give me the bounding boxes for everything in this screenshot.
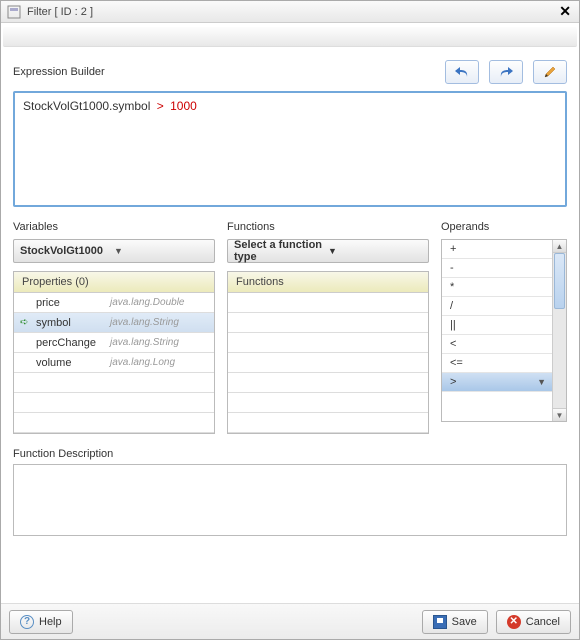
operand-row[interactable]: * bbox=[442, 278, 552, 297]
operand-row[interactable]: <= bbox=[442, 354, 552, 373]
expression-operator: > bbox=[157, 99, 164, 113]
functions-column: Functions Select a function type ▼ Funct… bbox=[227, 221, 429, 434]
expression-builder-label: Expression Builder bbox=[13, 66, 435, 78]
function-row-empty bbox=[228, 293, 428, 313]
operands-column: Operands +-*/||<<=> ▲ ▼ bbox=[441, 221, 567, 434]
cancel-button-label: Cancel bbox=[526, 616, 560, 628]
save-icon bbox=[433, 615, 447, 629]
footer: ? Help Save ✕ Cancel bbox=[1, 603, 579, 639]
functions-dropdown[interactable]: Select a function type ▼ bbox=[227, 239, 429, 263]
toolbar-strip bbox=[3, 27, 577, 47]
functions-grid: Functions bbox=[227, 271, 429, 434]
variables-dropdown-value: StockVolGt1000 bbox=[20, 245, 114, 257]
cancel-icon: ✕ bbox=[507, 615, 521, 629]
operands-scrollbar[interactable]: ▲ ▼ bbox=[552, 240, 566, 421]
property-row-empty bbox=[14, 393, 214, 413]
operands-list: +-*/||<<=> ▲ ▼ bbox=[441, 239, 567, 422]
save-button[interactable]: Save bbox=[422, 610, 488, 634]
variables-column: Variables StockVolGt1000 ▼ Properties (0… bbox=[13, 221, 215, 434]
property-type: java.lang.Long bbox=[110, 357, 175, 368]
edit-button[interactable] bbox=[533, 60, 567, 84]
help-button-label: Help bbox=[39, 616, 62, 628]
property-name: volume bbox=[36, 357, 110, 369]
expression-input[interactable]: StockVolGt1000.symbol > 1000 bbox=[13, 91, 567, 207]
cancel-button[interactable]: ✕ Cancel bbox=[496, 610, 571, 634]
property-row[interactable]: percChangejava.lang.String bbox=[14, 333, 214, 353]
save-button-label: Save bbox=[452, 616, 477, 628]
operand-row[interactable]: < bbox=[442, 335, 552, 354]
operand-row[interactable]: / bbox=[442, 297, 552, 316]
scroll-up-icon[interactable]: ▲ bbox=[553, 240, 566, 253]
expression-rhs: 1000 bbox=[170, 99, 197, 113]
property-type: java.lang.Double bbox=[110, 297, 185, 308]
property-row[interactable]: pricejava.lang.Double bbox=[14, 293, 214, 313]
property-row[interactable]: volumejava.lang.Long bbox=[14, 353, 214, 373]
function-description-label: Function Description bbox=[13, 448, 567, 460]
functions-grid-header: Functions bbox=[228, 272, 428, 293]
operand-row[interactable]: + bbox=[442, 240, 552, 259]
operand-row[interactable]: > bbox=[442, 373, 552, 392]
operands-label: Operands bbox=[441, 221, 567, 233]
property-name: percChange bbox=[36, 337, 110, 349]
scroll-thumb[interactable] bbox=[554, 253, 565, 309]
function-description-box bbox=[13, 464, 567, 536]
help-button[interactable]: ? Help bbox=[9, 610, 73, 634]
function-row-empty bbox=[228, 413, 428, 433]
expression-lhs: StockVolGt1000.symbol bbox=[23, 99, 150, 113]
operand-row[interactable]: - bbox=[442, 259, 552, 278]
properties-grid: Properties (0) pricejava.lang.Double➪sym… bbox=[13, 271, 215, 434]
variables-dropdown[interactable]: StockVolGt1000 ▼ bbox=[13, 239, 215, 263]
property-row-empty bbox=[14, 413, 214, 433]
property-name: price bbox=[36, 297, 110, 309]
undo-icon bbox=[454, 65, 470, 79]
window-icon bbox=[7, 5, 21, 19]
dialog-body: Expression Builder StockVolGt1000.symbol… bbox=[1, 47, 579, 603]
function-row-empty bbox=[228, 373, 428, 393]
scroll-down-icon[interactable]: ▼ bbox=[553, 408, 566, 421]
property-row[interactable]: ➪symboljava.lang.String bbox=[14, 313, 214, 333]
pencil-icon bbox=[543, 65, 557, 79]
window-title: Filter [ ID : 2 ] bbox=[27, 6, 557, 18]
property-name: symbol bbox=[36, 317, 110, 329]
builder-columns: Variables StockVolGt1000 ▼ Properties (0… bbox=[13, 221, 567, 434]
help-icon: ? bbox=[20, 615, 34, 629]
expression-toolbar: Expression Builder bbox=[13, 57, 567, 87]
operand-row[interactable]: || bbox=[442, 316, 552, 335]
titlebar: Filter [ ID : 2 ] ✕ bbox=[1, 1, 579, 23]
redo-icon bbox=[498, 65, 514, 79]
variables-label: Variables bbox=[13, 221, 215, 233]
property-row-empty bbox=[14, 373, 214, 393]
function-row-empty bbox=[228, 353, 428, 373]
property-type: java.lang.String bbox=[110, 337, 179, 348]
redo-button[interactable] bbox=[489, 60, 523, 84]
row-arrow-icon: ➪ bbox=[20, 317, 36, 328]
functions-label: Functions bbox=[227, 221, 429, 233]
function-row-empty bbox=[228, 313, 428, 333]
close-icon[interactable]: ✕ bbox=[557, 3, 573, 20]
chevron-down-icon: ▼ bbox=[114, 246, 208, 256]
functions-dropdown-placeholder: Select a function type bbox=[234, 239, 328, 263]
chevron-down-icon: ▼ bbox=[328, 246, 422, 256]
undo-button[interactable] bbox=[445, 60, 479, 84]
function-row-empty bbox=[228, 393, 428, 413]
property-type: java.lang.String bbox=[110, 317, 179, 328]
function-row-empty bbox=[228, 333, 428, 353]
filter-dialog: Filter [ ID : 2 ] ✕ Expression Builder S… bbox=[0, 0, 580, 640]
properties-grid-header: Properties (0) bbox=[14, 272, 214, 293]
